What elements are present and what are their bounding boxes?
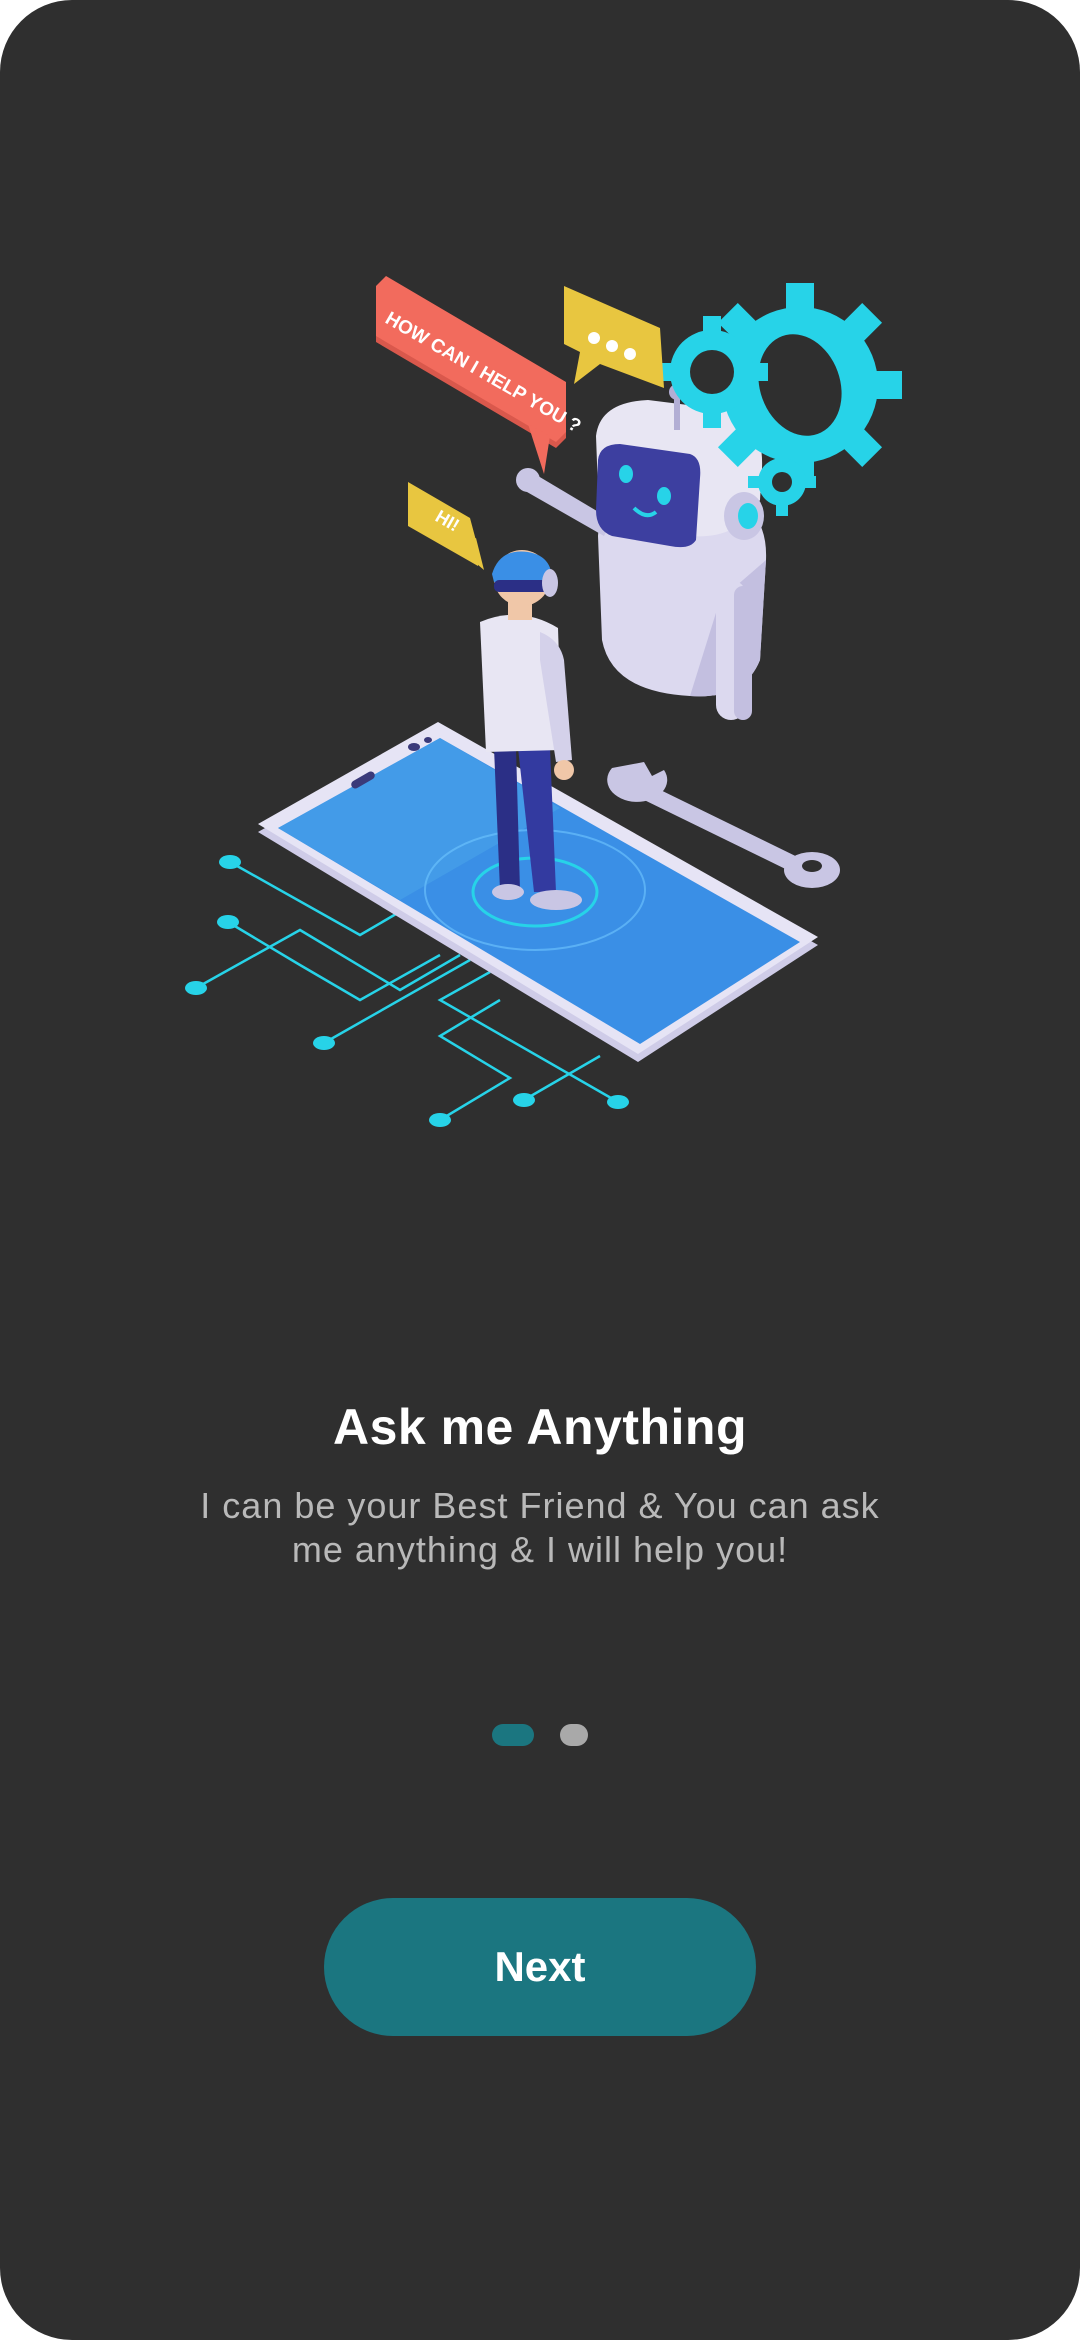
hi-speech-bubble: HI! [408,482,484,570]
help-bubble-text: HOW CAN I HELP YOU ? [382,308,585,437]
page-indicator-dot-active[interactable] [492,1724,534,1746]
page-description: I can be your Best Friend & You can ask … [200,1485,880,1570]
robot-assistant-illustration: HOW CAN I HELP YOU ? HI! [185,276,902,1127]
onboarding-screen: HOW CAN I HELP YOU ? HI! Ask me Anything… [0,0,1080,2340]
page-title: Ask me Anything [332,1399,748,1455]
help-speech-bubble: HOW CAN I HELP YOU ? [376,276,584,474]
next-button[interactable]: Next [324,1898,756,2036]
typing-speech-bubble [564,286,664,388]
page-indicator [0,1724,1080,1746]
page-indicator-dot-inactive[interactable] [560,1724,588,1746]
